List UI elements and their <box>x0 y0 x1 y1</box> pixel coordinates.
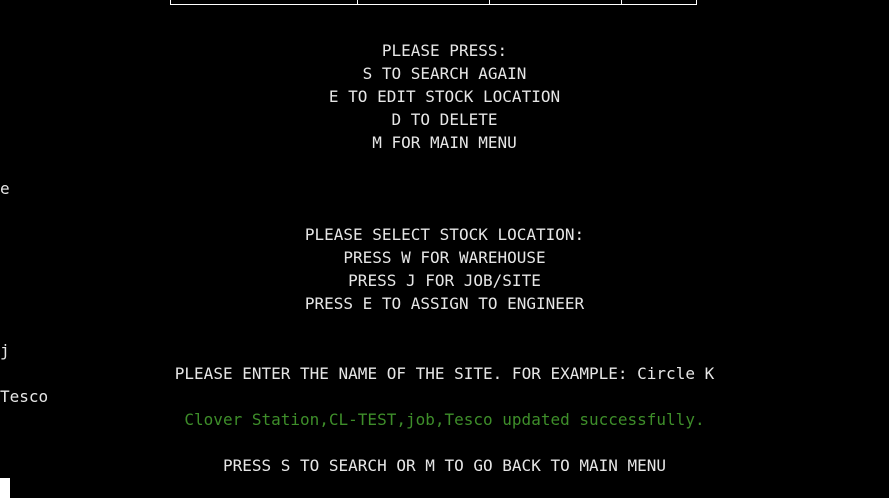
menu-option-main-menu: M FOR MAIN MENU <box>372 133 517 152</box>
location-prompt-title: PLEASE SELECT STOCK LOCATION: <box>304 225 585 244</box>
site-name-prompt: PLEASE ENTER THE NAME OF THE SITE. FOR E… <box>174 364 715 383</box>
user-input-location: j <box>0 341 10 360</box>
final-prompt: PRESS S TO SEARCH OR M TO GO BACK TO MAI… <box>222 456 667 475</box>
success-message: Clover Station,CL-TEST,job,Tesco updated… <box>184 410 705 429</box>
table-column-divider <box>357 0 358 4</box>
terminal-cursor[interactable] <box>0 478 10 498</box>
user-input-edit: e <box>0 179 10 198</box>
location-option-engineer: PRESS E TO ASSIGN TO ENGINEER <box>304 294 585 313</box>
table-bottom-border <box>170 0 697 5</box>
menu-title: PLEASE PRESS: <box>381 41 508 60</box>
menu-option-search: S TO SEARCH AGAIN <box>362 64 527 83</box>
terminal-window[interactable]: PLEASE PRESS: S TO SEARCH AGAIN E TO EDI… <box>0 0 889 498</box>
table-column-divider <box>621 0 622 4</box>
user-input-site-name: Tesco <box>0 387 49 406</box>
menu-option-delete: D TO DELETE <box>391 110 498 129</box>
location-option-warehouse: PRESS W FOR WAREHOUSE <box>343 248 546 267</box>
table-column-divider <box>489 0 490 4</box>
menu-option-edit: E TO EDIT STOCK LOCATION <box>328 87 561 106</box>
location-option-job-site: PRESS J FOR JOB/SITE <box>348 271 541 290</box>
